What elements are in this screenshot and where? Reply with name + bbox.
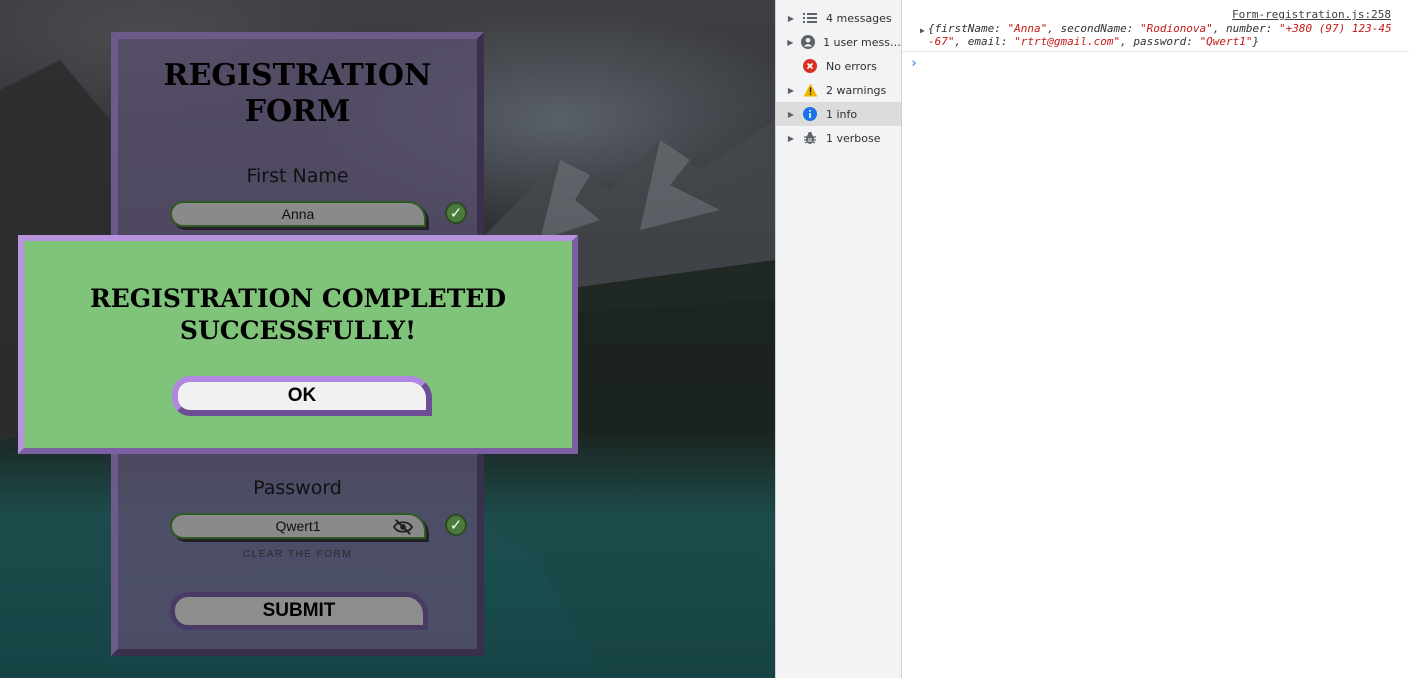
sidebar-item-user-messages[interactable]: ▶ 1 user mess… <box>776 30 901 54</box>
log-text: } <box>1252 35 1260 48</box>
eye-slash-icon[interactable] <box>392 518 414 536</box>
log-string: "rtrt@gmail.com" <box>1014 35 1121 48</box>
first-name-input[interactable]: Anna <box>170 201 426 227</box>
first-name-label: First Name <box>246 165 349 187</box>
expand-arrow-icon[interactable]: ▶ <box>784 134 798 143</box>
log-text: {firstName: <box>928 22 1008 35</box>
error-icon <box>802 58 818 74</box>
ok-button[interactable]: OK <box>172 376 432 416</box>
divider <box>902 51 1409 52</box>
form-title: REGISTRATION FORM <box>163 58 432 129</box>
log-string: "Qwert1" <box>1199 35 1253 48</box>
first-name-check-icon: ✓ <box>445 202 467 224</box>
log-text: , password: <box>1120 35 1200 48</box>
log-text: , email: <box>954 35 1015 48</box>
log-text: , number: <box>1212 22 1280 35</box>
bug-icon <box>802 130 818 146</box>
clear-form-link[interactable]: CLEAR THE FORM <box>118 549 477 560</box>
info-icon <box>802 106 818 122</box>
devtools-panel: ▶ 4 messages ▶ 1 user mess… No errors ▶ <box>775 0 1409 678</box>
first-name-value: Anna <box>281 206 315 222</box>
success-modal: REGISTRATION COMPLETED SUCCESSFULLY! OK <box>18 235 578 454</box>
warning-icon <box>802 82 818 98</box>
modal-message: REGISTRATION COMPLETED SUCCESSFULLY! <box>89 284 507 345</box>
password-check-icon: ✓ <box>445 514 467 536</box>
user-icon <box>800 34 815 50</box>
log-entry[interactable]: ▶ {firstName: "Anna", secondName: "Rodion… <box>920 22 1398 48</box>
source-link[interactable]: Form-registration.js:258 <box>1232 8 1391 21</box>
sidebar-item-label: 1 info <box>826 107 858 121</box>
password-input[interactable]: Qwert1 <box>170 513 426 539</box>
sidebar-item-label: 1 verbose <box>826 131 881 145</box>
sidebar-item-label: 2 warnings <box>826 83 887 97</box>
list-icon <box>802 10 818 26</box>
log-string: "Anna" <box>1007 22 1048 35</box>
sidebar-item-info[interactable]: ▶ 1 info <box>776 102 901 126</box>
sidebar-item-label: 4 messages <box>826 11 892 25</box>
sidebar-item-messages[interactable]: ▶ 4 messages <box>776 6 901 30</box>
sidebar-item-errors[interactable]: No errors <box>776 54 901 78</box>
expand-arrow-icon[interactable]: ▶ <box>784 110 798 119</box>
expand-arrow-icon[interactable]: ▶ <box>784 38 797 47</box>
password-value: Qwert1 <box>275 518 321 534</box>
sidebar-item-label: 1 user mess… <box>823 35 901 49</box>
expand-arrow-icon[interactable]: ▶ <box>784 14 798 23</box>
expand-object-icon[interactable]: ▶ <box>920 24 925 37</box>
log-text: , secondName: <box>1047 22 1140 35</box>
submit-button[interactable]: SUBMIT <box>170 592 428 630</box>
sidebar-item-verbose[interactable]: ▶ 1 verbose <box>776 126 901 150</box>
log-string: "Rodionova" <box>1139 22 1213 35</box>
password-label: Password <box>253 477 342 499</box>
page-background: REGISTRATION FORM First Name Anna ✓ Pass… <box>0 0 775 678</box>
console-prompt[interactable]: › <box>910 56 918 71</box>
sidebar-item-label: No errors <box>826 59 877 73</box>
console-sidebar: ▶ 4 messages ▶ 1 user mess… No errors ▶ <box>776 0 902 678</box>
sidebar-item-warnings[interactable]: ▶ 2 warnings <box>776 78 901 102</box>
console-output: Form-registration.js:258 ▶ {firstName: "A… <box>902 0 1409 678</box>
expand-arrow-icon[interactable]: ▶ <box>784 86 798 95</box>
